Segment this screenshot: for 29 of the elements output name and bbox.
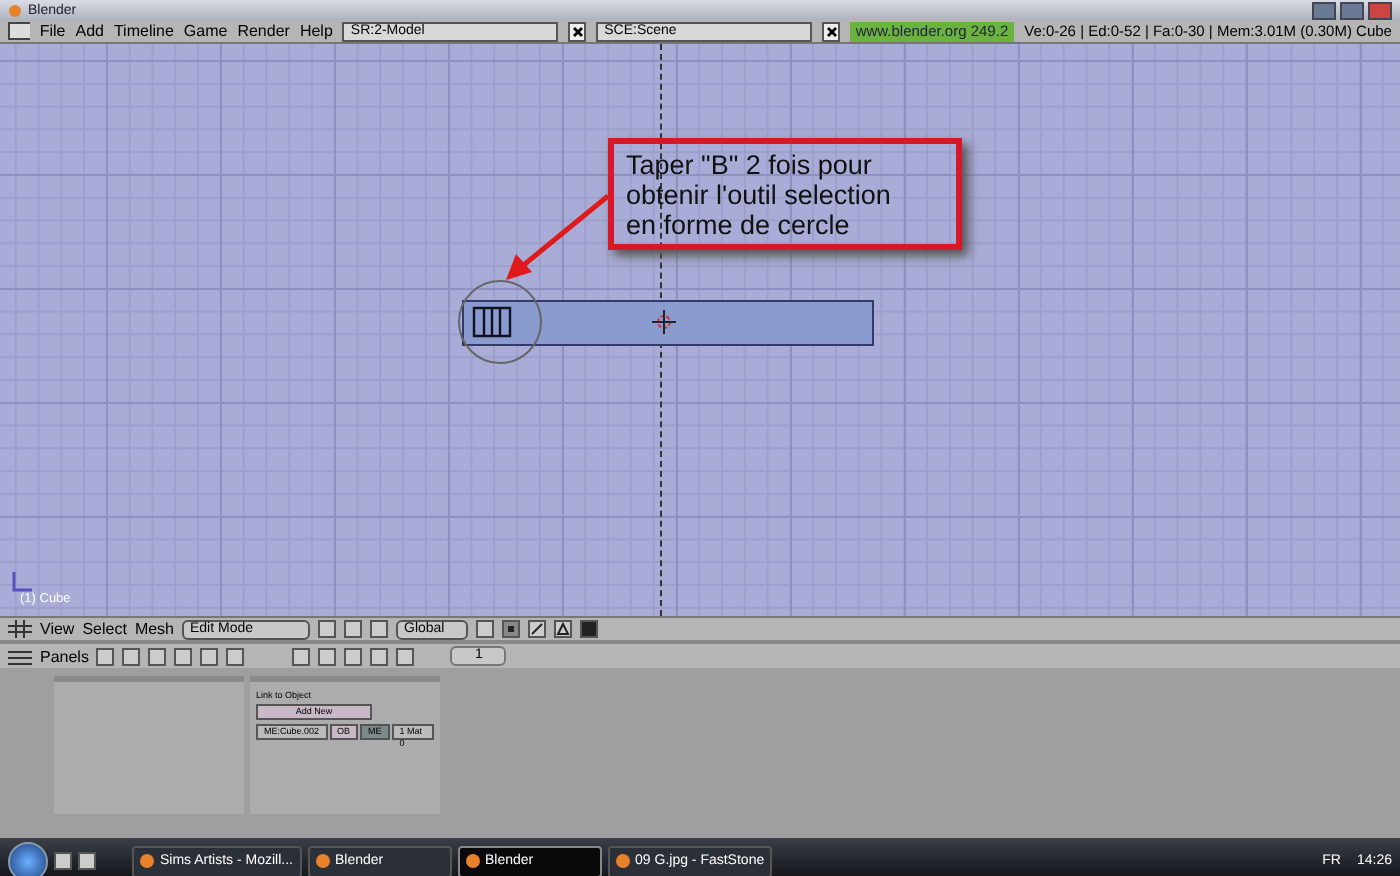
menu-item[interactable]: Timeline (113, 22, 174, 40)
vertex-select-icon[interactable] (502, 620, 520, 638)
face-select-icon[interactable] (554, 620, 572, 638)
grid-icon[interactable] (8, 620, 32, 638)
start-button[interactable] (8, 841, 48, 876)
menu-item[interactable]: Render (237, 22, 290, 40)
menu-item[interactable]: File (39, 22, 66, 40)
edge-select-icon[interactable] (528, 620, 546, 638)
menu-item[interactable]: View (40, 620, 75, 638)
menu-item[interactable]: Add (75, 22, 104, 40)
blender-logo-icon (8, 3, 22, 17)
axis-gizmo-icon (10, 570, 34, 594)
minimize-button[interactable] (1312, 1, 1336, 19)
close-icon[interactable] (567, 21, 587, 41)
3d-cursor-icon (652, 310, 676, 334)
close-button[interactable] (1368, 1, 1392, 19)
annotation-text: en forme de cercle (626, 209, 852, 239)
panels-menu[interactable]: Panels (40, 647, 89, 665)
menu-item[interactable]: Game (183, 22, 228, 40)
annotation-text: obtenir l'outil selection (626, 179, 893, 209)
annotation-text: Taper "B" 2 fois pour (626, 149, 874, 179)
menu-item[interactable]: Mesh (134, 620, 174, 638)
window-type-icon[interactable] (8, 647, 32, 665)
maximize-button[interactable] (1340, 1, 1364, 19)
menu-item[interactable]: Select (82, 620, 127, 638)
circle-select-brush (458, 280, 542, 364)
menu-item[interactable]: Help (299, 22, 333, 40)
selected-vertices-drawing (472, 306, 512, 338)
close-icon[interactable] (821, 21, 840, 41)
